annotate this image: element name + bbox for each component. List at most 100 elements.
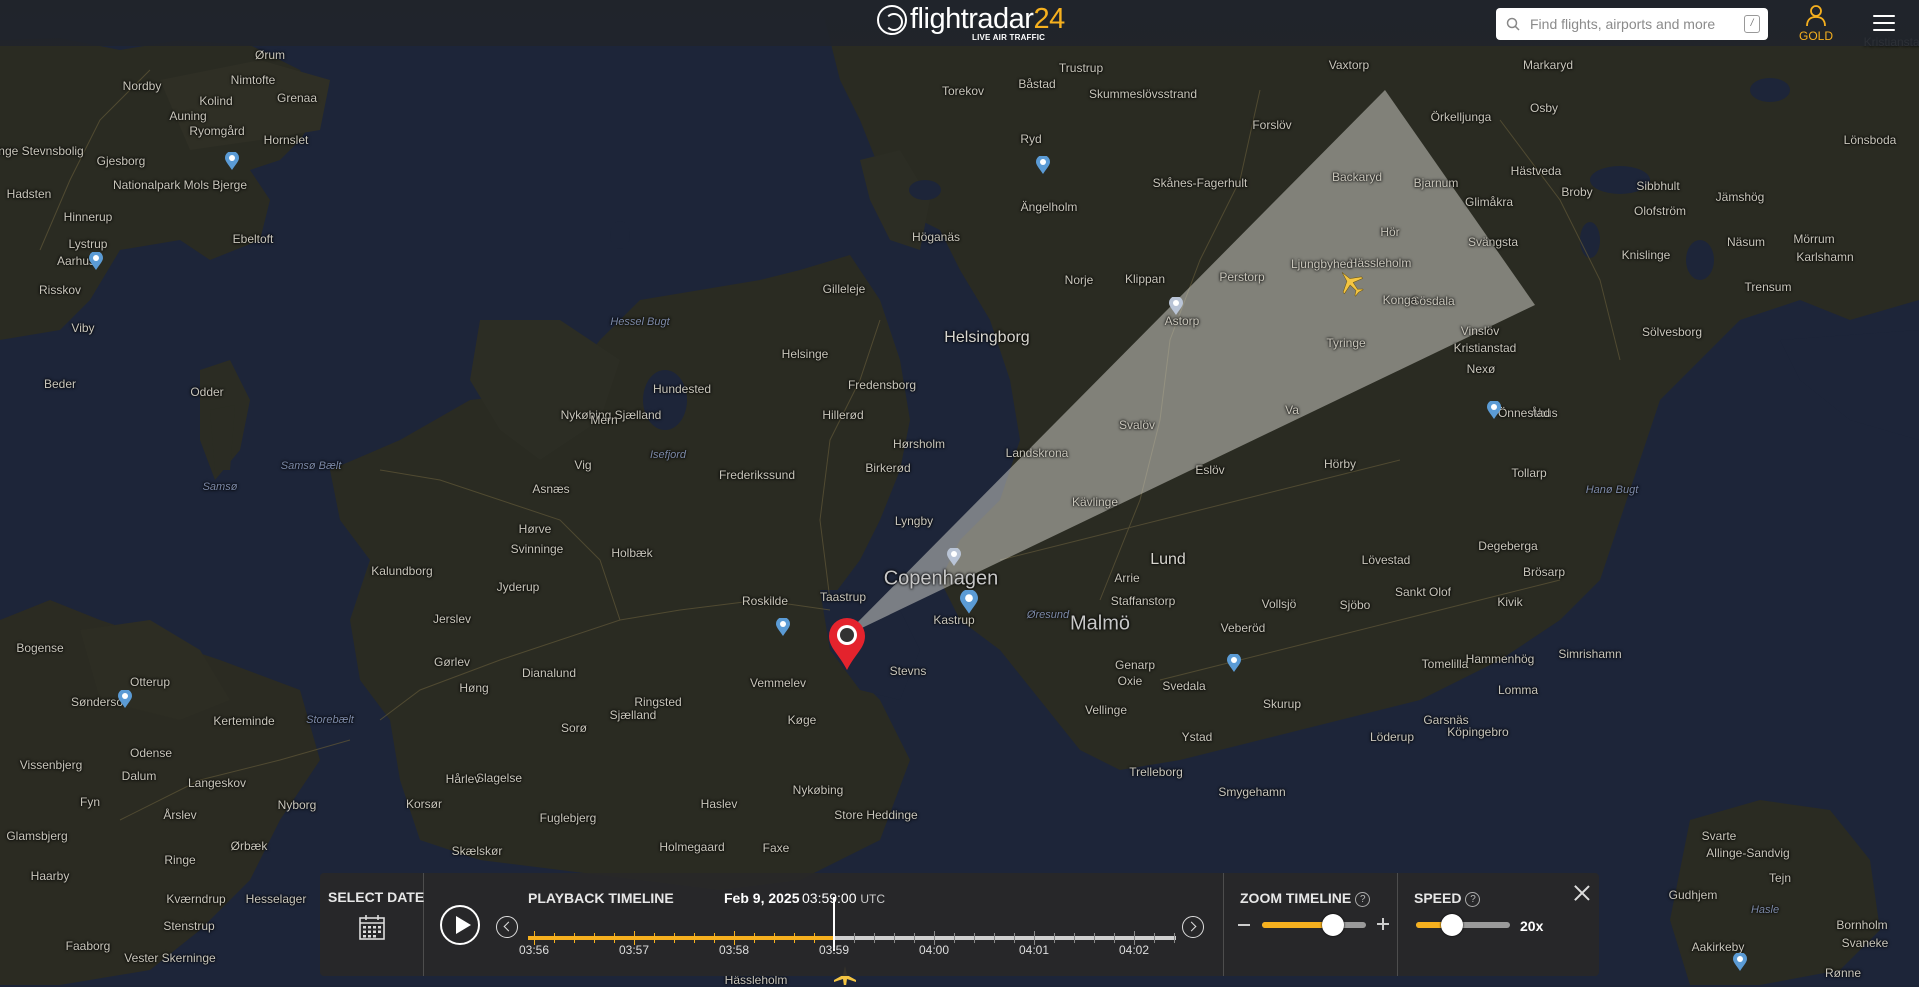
place-label: Hästveda <box>1510 164 1562 178</box>
place-label: Skerninge Stevnsbolig <box>0 144 84 158</box>
flightradar24-logo[interactable]: flightradar24 LIVE AIR TRAFFIC <box>877 4 1065 44</box>
place-label: Trustrup <box>1058 61 1104 75</box>
place-label: Odder <box>190 385 224 399</box>
place-label: Ljungbyhed <box>1290 257 1354 271</box>
place-label: Sjöbo <box>1339 598 1371 612</box>
account-button[interactable]: GOLD <box>1797 4 1835 43</box>
place-label: Markaryd <box>1522 58 1574 72</box>
place-label: Helsingborg <box>944 329 1030 346</box>
help-icon[interactable]: ? <box>1465 892 1481 907</box>
timeline-minor-tick <box>1154 933 1155 943</box>
search-box[interactable]: / <box>1496 8 1768 40</box>
speed-slider[interactable] <box>1416 914 1510 936</box>
place-label: Isefjord <box>649 449 687 461</box>
previous-step-button[interactable] <box>496 916 518 938</box>
place-label: Trensum <box>1744 280 1792 294</box>
airport-pin-icon[interactable] <box>1169 297 1183 315</box>
airport-pin-icon[interactable] <box>1036 156 1050 174</box>
top-bar: flightradar24 LIVE AIR TRAFFIC / GOLD <box>0 0 1919 46</box>
place-label: Mern <box>590 413 618 427</box>
timeline-minor-tick <box>774 933 775 943</box>
place-label: Tejn <box>1768 871 1792 885</box>
zoom-slider[interactable] <box>1262 914 1366 936</box>
timeline-minor-tick <box>874 933 875 943</box>
airport-pin-icon[interactable] <box>960 590 978 614</box>
place-label: Vaxtorp <box>1328 58 1370 72</box>
calendar-icon[interactable] <box>358 913 386 941</box>
place-label: Veberöd <box>1220 621 1266 635</box>
place-label: Skurup <box>1262 697 1302 711</box>
place-label: Genarp <box>1114 658 1156 672</box>
place-label: Köpingebro <box>1447 725 1509 739</box>
place-label: Gørlev <box>434 655 470 669</box>
timeline-remaining <box>834 936 1176 940</box>
timeline-minor-tick <box>654 933 655 943</box>
place-label: Sibbhult <box>1636 179 1680 193</box>
airport-pin-icon[interactable] <box>1227 654 1241 672</box>
timeline-time-label: 04:01 <box>1018 943 1050 957</box>
airport-pin-icon[interactable] <box>118 690 132 708</box>
close-icon[interactable] <box>1574 885 1590 901</box>
zoom-slider-handle[interactable] <box>1321 914 1344 936</box>
place-label: Taastrup <box>819 590 867 604</box>
place-label: Sønderso <box>70 695 124 709</box>
place-label: Hessel Bugt <box>610 316 670 328</box>
timeline-minor-tick <box>1094 933 1095 943</box>
place-label: Knislinge <box>1621 248 1671 262</box>
place-label: Degeberga <box>1478 539 1538 553</box>
place-label: Nykøbing <box>792 783 844 797</box>
account-tier-label: GOLD <box>1798 29 1833 43</box>
place-label: Beder <box>43 377 77 391</box>
place-label: Holmegaard <box>659 840 725 854</box>
place-label: Gilleleje <box>822 282 866 296</box>
hamburger-menu-icon[interactable] <box>1873 15 1895 33</box>
place-label: Simrishamn <box>1558 647 1622 661</box>
timeline-time-label: 03:58 <box>718 943 750 957</box>
timeline-minor-tick <box>754 933 755 943</box>
map-canvas[interactable]: Copenhagen Malmö Helsingborg Lund Roskil… <box>0 0 1919 987</box>
airport-pin-icon[interactable] <box>947 548 961 566</box>
airport-pin-icon[interactable] <box>776 618 790 636</box>
airport-pin-icon[interactable] <box>1487 401 1501 419</box>
user-icon <box>1806 5 1826 27</box>
place-label: Birkerød <box>865 461 911 475</box>
play-button[interactable] <box>440 905 480 945</box>
airport-pin-icon[interactable] <box>89 252 103 270</box>
place-label: Asnæs <box>532 482 570 496</box>
timeline-minor-tick <box>914 933 915 943</box>
place-label: Vig <box>574 458 592 472</box>
place-label: Copenhagen <box>883 567 999 590</box>
zoom-timeline-title: ZOOM TIMELINE? <box>1240 890 1371 907</box>
airport-pin-icon[interactable] <box>225 152 239 170</box>
search-input[interactable] <box>1528 15 1744 33</box>
place-label: Vollsjö <box>1261 597 1297 611</box>
place-label: Sölvesborg <box>1641 325 1703 339</box>
radar-logo-icon <box>877 5 907 35</box>
speed-slider-handle[interactable] <box>1440 914 1463 936</box>
place-label: Roskilde <box>741 594 789 608</box>
help-icon[interactable]: ? <box>1355 892 1371 907</box>
place-label: Sjælland <box>609 708 657 722</box>
place-label: Høng <box>459 681 489 695</box>
place-label: Trelleborg <box>1129 765 1183 779</box>
place-label: Näsum <box>1726 235 1766 249</box>
place-label: Smygehamn <box>1218 785 1286 799</box>
select-date-section[interactable]: SELECT DATE <box>320 873 424 976</box>
place-label: Grenaa <box>276 91 318 105</box>
airport-pin-icon[interactable] <box>1733 953 1747 971</box>
search-icon <box>1506 17 1520 31</box>
zoom-in-button[interactable] <box>1377 918 1389 930</box>
place-label: Ängelholm <box>1020 200 1078 214</box>
zoom-out-button[interactable] <box>1238 924 1250 926</box>
place-label: Vester Skerninge <box>124 951 216 965</box>
timeline-minor-tick <box>1074 933 1075 943</box>
place-label: Gudhjem <box>1668 888 1718 902</box>
place-label: Landskrona <box>1005 446 1069 460</box>
place-label: Rønne <box>1824 966 1862 980</box>
place-label: Samsø Bælt <box>280 460 342 472</box>
place-label: Hörby <box>1323 457 1357 471</box>
place-label: Ebeltoft <box>232 232 274 246</box>
timeline-minor-tick <box>1054 933 1055 943</box>
next-step-button[interactable] <box>1182 916 1204 938</box>
place-label: Arrie <box>1114 571 1140 585</box>
